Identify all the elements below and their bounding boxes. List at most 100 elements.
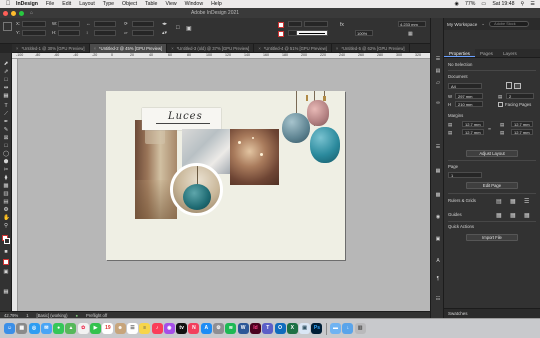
swatches-icon[interactable]: ▩: [434, 192, 442, 198]
messages-icon[interactable]: ●: [53, 323, 65, 334]
frame-grid-icon[interactable]: ▦: [3, 289, 9, 295]
apply-none-icon[interactable]: [3, 259, 9, 265]
basic-style[interactable]: [Basic] (working): [37, 313, 68, 318]
menu-help[interactable]: Help: [211, 1, 222, 7]
tab-layers[interactable]: Layers: [498, 49, 522, 57]
notes-icon[interactable]: ≡: [139, 323, 151, 334]
ruler-icon[interactable]: ▤: [496, 198, 502, 205]
links-icon[interactable]: ∞: [434, 100, 442, 106]
facetime-icon[interactable]: ▶: [90, 323, 102, 334]
reference-point-icon[interactable]: [3, 22, 12, 31]
content-collector-icon[interactable]: ▦: [3, 93, 9, 99]
launchpad-icon[interactable]: ▦: [16, 323, 28, 334]
word-icon[interactable]: W: [237, 323, 249, 334]
photo-curtain-lamp[interactable]: [135, 120, 177, 219]
tv-icon[interactable]: tv: [176, 323, 188, 334]
close-tab-icon[interactable]: ×: [94, 46, 96, 53]
calendar-icon[interactable]: 19: [102, 323, 114, 334]
smart-guides-icon[interactable]: ▦: [524, 212, 530, 219]
baseline-grid-icon[interactable]: ☰: [524, 198, 529, 205]
document-page[interactable]: Luces: [106, 91, 345, 260]
control-center-icon[interactable]: ☰: [530, 1, 535, 7]
fill-dropdown[interactable]: [288, 21, 302, 27]
menu-view[interactable]: View: [165, 1, 176, 7]
news-icon[interactable]: N: [188, 323, 200, 334]
direct-selection-tool-icon[interactable]: ⇗: [3, 69, 9, 75]
pendant-lamp-grey-blue[interactable]: [282, 113, 310, 143]
pages-count-field[interactable]: 2: [506, 93, 534, 99]
cc-libraries-icon[interactable]: ◉: [434, 214, 442, 220]
align-icon[interactable]: ☷: [434, 296, 442, 302]
pendant-lamp-pink[interactable]: [307, 100, 329, 126]
page-number[interactable]: 1: [26, 313, 28, 318]
shear-field[interactable]: [132, 30, 154, 36]
safari-icon[interactable]: ◎: [28, 323, 40, 334]
note-tool-icon[interactable]: ▤: [3, 199, 9, 205]
teams-icon[interactable]: T: [262, 323, 274, 334]
chevron-down-icon[interactable]: ⌄: [481, 21, 485, 27]
indesign-icon[interactable]: Id: [249, 323, 261, 334]
y-field[interactable]: [22, 30, 46, 36]
contacts-icon[interactable]: ☻: [114, 323, 126, 334]
height-field[interactable]: [58, 30, 80, 36]
portrait-icon[interactable]: [506, 82, 512, 89]
outlook-icon[interactable]: O: [274, 323, 286, 334]
close-tab-icon[interactable]: ×: [16, 46, 18, 53]
preview-icon[interactable]: ▣: [299, 323, 311, 334]
spotlight-icon[interactable]: ⚲: [521, 1, 525, 7]
stroke-swatch-icon[interactable]: [278, 31, 284, 37]
music-icon[interactable]: ♪: [151, 323, 163, 334]
free-transform-tool-icon[interactable]: ⧫: [3, 175, 9, 181]
edit-page-button[interactable]: Edit Page: [466, 182, 518, 189]
rectangle-frame-tool-icon[interactable]: ⊠: [3, 135, 9, 141]
tab-untitled-2[interactable]: × *Untitled-2 @ 45% [GPU Preview]: [89, 44, 168, 53]
tab-properties[interactable]: Properties: [444, 49, 475, 57]
battery-text[interactable]: 77%: [465, 1, 475, 7]
finder-icon[interactable]: ☺: [4, 323, 15, 334]
select-container-icon[interactable]: □: [176, 25, 180, 31]
menu-app[interactable]: InDesign: [16, 1, 38, 7]
chain-link-icon[interactable]: ∞: [488, 126, 491, 131]
grid-icon[interactable]: ▦: [510, 198, 516, 205]
app-store-icon[interactable]: A: [200, 323, 212, 334]
rectangle-tool-icon[interactable]: □: [3, 143, 9, 149]
effects-icon[interactable]: fx: [340, 22, 344, 28]
menu-object[interactable]: Object: [122, 1, 137, 7]
gradient-feather-tool-icon[interactable]: ▥: [3, 191, 9, 197]
pages-icon[interactable]: ▤: [434, 68, 442, 74]
folder-icon[interactable]: ▬: [330, 323, 342, 334]
polygon-tool-icon[interactable]: ⬢: [3, 159, 9, 165]
menu-window[interactable]: Window: [185, 1, 203, 7]
line-tool-icon[interactable]: ⟋: [3, 111, 9, 117]
swatches-panel-collapsed[interactable]: Swatches: [444, 308, 540, 318]
preflight-status[interactable]: Preflight off: [86, 313, 107, 318]
adjust-layout-button[interactable]: Adjust Layout: [466, 150, 518, 157]
shear-icon[interactable]: ▱: [124, 30, 127, 36]
excel-icon[interactable]: X: [286, 323, 298, 334]
flip-horizontal-icon[interactable]: ◂▸: [162, 21, 167, 27]
height-field[interactable]: 210 mm: [455, 101, 483, 107]
apple-icon[interactable]: : [0, 1, 16, 7]
menu-type[interactable]: Type: [103, 1, 114, 7]
tab-untitled-4[interactable]: × *Untitled-4 @ 51% [GPU Preview]: [254, 44, 332, 53]
eyedropper-tool-icon[interactable]: ❂: [3, 207, 9, 213]
maps-icon[interactable]: ▲: [65, 323, 77, 334]
landscape-icon[interactable]: [514, 83, 521, 89]
scale-x-field[interactable]: [94, 21, 116, 27]
photos-icon[interactable]: ✿: [77, 323, 89, 334]
screen-mode-icon[interactable]: ▣: [3, 269, 9, 275]
character-icon[interactable]: A: [434, 258, 442, 264]
scissors-tool-icon[interactable]: ✂: [3, 167, 9, 173]
ellipse-tool-icon[interactable]: ◯: [3, 151, 9, 157]
flip-vertical-icon[interactable]: ▴▾: [162, 30, 167, 36]
workspace-switcher[interactable]: My Workspace: [447, 22, 477, 27]
menu-table[interactable]: Table: [145, 1, 157, 7]
show-guides-icon[interactable]: ▦: [496, 212, 502, 219]
clock[interactable]: Sat 19:48: [492, 1, 514, 7]
zoom-tool-icon[interactable]: ⚲: [3, 223, 9, 229]
tab-untitled-3[interactable]: × *Untitled-3 (old) @ 37% [GPU Preview]: [167, 44, 255, 53]
import-file-button[interactable]: Import File: [466, 234, 518, 241]
system-preferences-icon[interactable]: ⚙: [213, 323, 225, 334]
width-field[interactable]: 297 mm: [455, 93, 483, 99]
pendant-lamp-teal[interactable]: [310, 127, 340, 163]
